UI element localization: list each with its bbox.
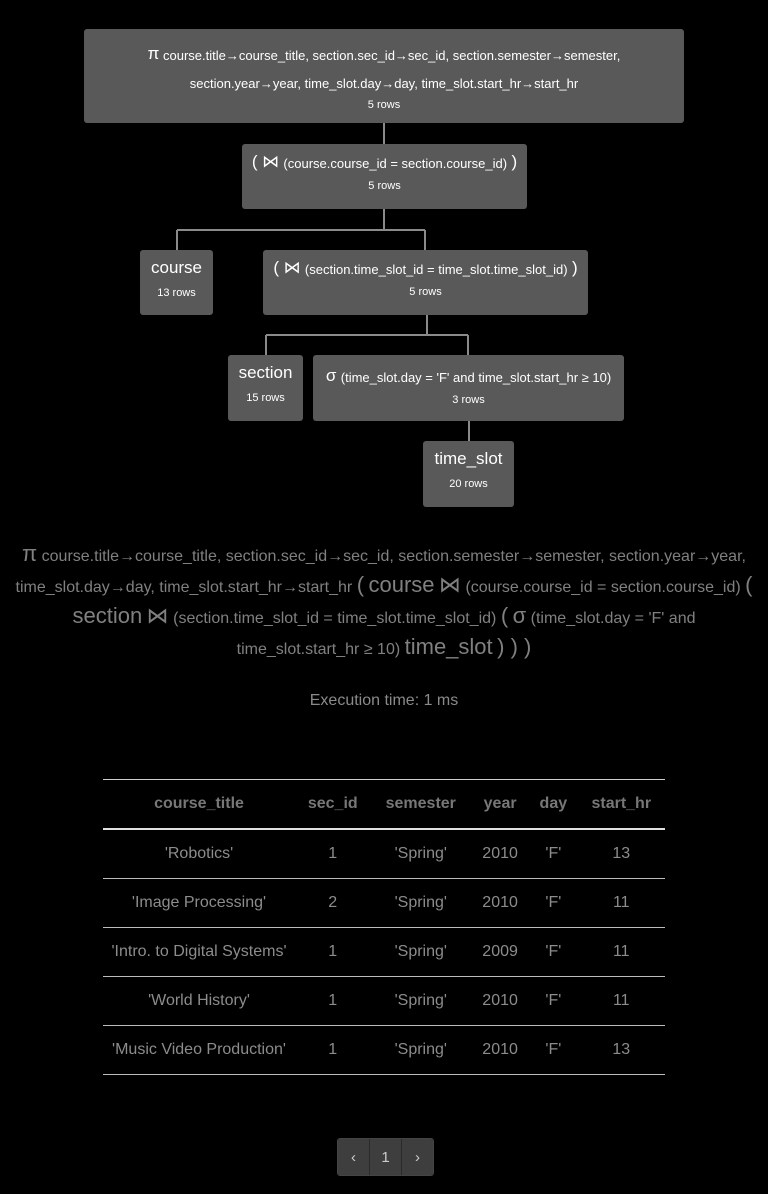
pagination: ‹ 1 › <box>337 1138 434 1176</box>
row-count: 5 rows <box>409 286 442 298</box>
pi-symbol: π <box>147 44 160 63</box>
table-row: 'Intro. to Digital Systems' 1 'Spring' 2… <box>103 927 665 977</box>
relational-algebra-expression: π course.title→course_title, section.sec… <box>14 540 754 664</box>
table-cell: 'Spring' <box>370 878 472 928</box>
table-cell: 'F' <box>529 927 578 977</box>
relation-name: course <box>150 258 203 277</box>
table-cell: 2010 <box>471 1025 530 1075</box>
column-header[interactable]: start_hr <box>577 779 665 830</box>
close-paren: ) <box>511 152 518 171</box>
join-symbol: ⋈ <box>438 572 461 597</box>
table-cell: 'Intro. to Digital Systems' <box>103 927 295 977</box>
table-header-row: course_title sec_id semester year day st… <box>103 779 665 830</box>
row-count: 13 rows <box>157 287 196 299</box>
relation-name: time_slot <box>434 449 503 468</box>
join-symbol: ⋈ <box>146 603 169 628</box>
table-row: 'World History' 1 'Spring' 2010 'F' 11 <box>103 976 665 1026</box>
column-header[interactable]: semester <box>370 779 472 830</box>
relation-node-section: section 15 rows <box>228 355 303 421</box>
open-paren: ( <box>500 603 509 628</box>
table-cell: 1 <box>295 829 371 879</box>
row-count: 3 rows <box>452 394 485 406</box>
row-count: 5 rows <box>368 180 401 192</box>
open-paren: ( <box>251 152 258 171</box>
table-cell: 2 <box>295 878 371 928</box>
table-cell: 1 <box>295 976 371 1026</box>
column-header[interactable]: course_title <box>103 779 295 830</box>
table-cell: 11 <box>577 927 665 977</box>
edge-join1-children <box>176 209 426 250</box>
open-paren: ( <box>356 572 365 597</box>
table-cell: 1 <box>295 1025 371 1075</box>
relation-section: section <box>72 603 143 628</box>
join-symbol: ⋈ <box>283 258 301 277</box>
sigma-symbol: σ <box>325 366 337 385</box>
row-count: 20 rows <box>449 478 488 490</box>
projection-list-line2: section.year→year, time_slot.day→day, ti… <box>189 76 579 91</box>
column-header[interactable]: day <box>529 779 578 830</box>
table-cell: 'F' <box>529 976 578 1026</box>
table-cell: 'Spring' <box>370 976 472 1026</box>
table-cell: 'F' <box>529 878 578 928</box>
table-cell: 13 <box>577 829 665 879</box>
edge-join2-children <box>265 315 469 355</box>
open-paren: ( <box>745 572 753 597</box>
table-cell: 2009 <box>471 927 530 977</box>
table-cell: 'World History' <box>103 976 295 1026</box>
column-header[interactable]: year <box>471 779 530 830</box>
table-row: 'Robotics' 1 'Spring' 2010 'F' 13 <box>103 829 665 879</box>
projection-node: π course.title→course_title, section.sec… <box>84 29 684 123</box>
table-cell: 'Spring' <box>370 829 472 879</box>
join-symbol: ⋈ <box>261 152 279 171</box>
join-node-course-section: ( ⋈ (course.course_id = section.course_i… <box>242 144 527 209</box>
relation-time-slot: time_slot <box>404 634 493 659</box>
previous-page-button[interactable]: ‹ <box>338 1139 369 1175</box>
table-row: 'Music Video Production' 1 'Spring' 2010… <box>103 1025 665 1075</box>
selection-node: σ (time_slot.day = 'F' and time_slot.sta… <box>313 355 624 421</box>
result-table: course_title sec_id semester year day st… <box>103 779 665 1075</box>
join-condition: (section.time_slot_id = time_slot.time_s… <box>304 262 568 277</box>
table-cell: 'Robotics' <box>103 829 295 879</box>
table-cell: 2010 <box>471 878 530 928</box>
table-cell: 2010 <box>471 829 530 879</box>
table-cell: 11 <box>577 878 665 928</box>
table-cell: 'Spring' <box>370 927 472 977</box>
open-paren: ( <box>273 258 279 277</box>
relation-node-time-slot: time_slot 20 rows <box>423 441 514 507</box>
relation-course: course <box>368 572 435 597</box>
join-condition: (course.course_id = section.course_id) <box>283 156 508 171</box>
join-node-section-timeslot: ( ⋈ (section.time_slot_id = time_slot.ti… <box>263 250 588 315</box>
closing-parens: ) ) ) <box>497 634 532 659</box>
execution-time: Execution time: 1 ms <box>309 692 459 709</box>
table-row: 'Image Processing' 2 'Spring' 2010 'F' 1… <box>103 878 665 928</box>
selection-condition: (time_slot.day = 'F' and time_slot.start… <box>340 370 612 385</box>
row-count: 15 rows <box>246 392 285 404</box>
close-paren: ) <box>572 258 578 277</box>
table-cell: 11 <box>577 976 665 1026</box>
relation-node-course: course 13 rows <box>140 250 213 315</box>
column-header[interactable]: sec_id <box>295 779 371 830</box>
join-condition: (section.time_slot_id = time_slot.time_s… <box>173 610 497 627</box>
sigma-symbol: σ <box>512 603 527 628</box>
table-cell: 'F' <box>529 1025 578 1075</box>
table-cell: 'F' <box>529 829 578 879</box>
table-cell: 'Image Processing' <box>103 878 295 928</box>
page-1-button[interactable]: 1 <box>369 1139 402 1175</box>
next-page-button[interactable]: › <box>402 1139 433 1175</box>
table-cell: 1 <box>295 927 371 977</box>
table-cell: 'Music Video Production' <box>103 1025 295 1075</box>
row-count: 5 rows <box>367 99 401 111</box>
table-cell: 13 <box>577 1025 665 1075</box>
table-cell: 'Spring' <box>370 1025 472 1075</box>
projection-list-line1: course.title→course_title, section.sec_i… <box>162 48 621 63</box>
table-cell: 2010 <box>471 976 530 1026</box>
join-condition: (course.course_id = section.course_id) <box>465 579 741 596</box>
relation-name: section <box>238 363 293 382</box>
pi-symbol: π <box>22 541 38 566</box>
